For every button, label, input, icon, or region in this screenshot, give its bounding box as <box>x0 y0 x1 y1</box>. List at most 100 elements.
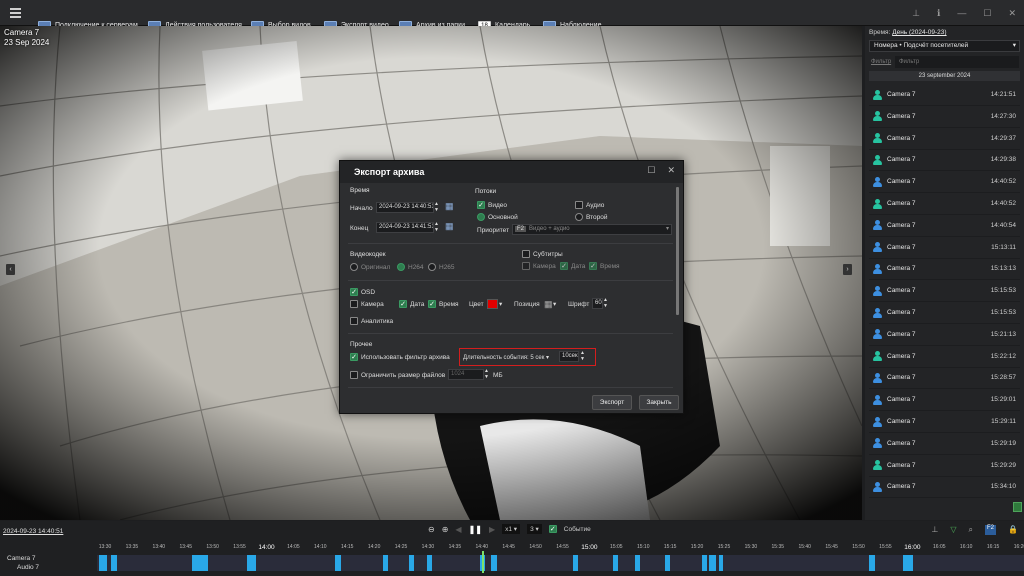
step-back-icon[interactable]: ◀ <box>455 525 461 534</box>
maximize-icon[interactable]: ☐ <box>983 8 991 19</box>
next-camera-arrow-icon[interactable]: › <box>843 264 852 275</box>
event-time: 15:34:10 <box>990 483 1016 491</box>
osd-color-label: Цвет <box>469 301 484 308</box>
event-row[interactable]: Camera 7 15:22:12 <box>869 346 1020 368</box>
start-stepper-icon[interactable]: ▲ ▼ <box>434 201 439 213</box>
event-row[interactable]: Camera 7 15:28:57 <box>869 367 1020 390</box>
event-camera: Camera 7 <box>887 265 916 273</box>
step-forward-icon[interactable]: ▶ <box>489 525 495 534</box>
osd-camera-checkbox[interactable] <box>350 300 358 308</box>
filter-input[interactable]: Фильтр <box>895 56 1019 68</box>
main-stream-radio[interactable] <box>477 213 485 221</box>
pin-icon[interactable]: ⊥ <box>931 525 938 535</box>
event-row[interactable]: Camera 7 15:13:13 <box>869 258 1020 281</box>
subtitles-camera-checkbox[interactable] <box>522 262 530 270</box>
event-row[interactable]: Camera 7 14:40:52 <box>869 193 1020 215</box>
subtitles-date-checkbox[interactable]: ✓ <box>560 262 568 270</box>
zoom-in-icon[interactable]: ⊕ <box>442 525 449 534</box>
timeline-tick: 14:35 <box>448 544 462 550</box>
limit-size-stepper-icon[interactable]: ▲ ▼ <box>484 368 489 380</box>
timeline-track[interactable] <box>97 551 1024 573</box>
dialog-scrollbar[interactable] <box>676 187 679 315</box>
event-row[interactable]: Camera 7 14:21:51 <box>869 84 1020 106</box>
event-row[interactable]: Camera 7 15:15:53 <box>869 302 1020 324</box>
audio-checkbox[interactable] <box>575 201 583 209</box>
limit-size-input[interactable]: 1024 <box>448 369 484 380</box>
osd-font-input[interactable]: 60 <box>592 298 603 309</box>
event-row[interactable]: Camera 7 15:13:11 <box>869 237 1020 259</box>
use-filter-checkbox[interactable]: ✓ <box>350 353 358 361</box>
timeline-cursor[interactable] <box>482 551 484 573</box>
event-row[interactable]: Camera 7 15:21:13 <box>869 324 1020 346</box>
osd-checkbox[interactable]: ✓ <box>350 288 358 296</box>
dialog-maximize-icon[interactable]: ☐ <box>647 165 655 176</box>
time-filter-value[interactable]: День (2024-09-23) <box>892 29 946 36</box>
limit-size-checkbox[interactable] <box>350 371 358 379</box>
video-checkbox[interactable]: ✓ <box>477 201 485 209</box>
hamburger-menu-icon[interactable] <box>0 0 30 26</box>
end-calendar-icon[interactable]: ▦ <box>445 221 454 232</box>
event-duration-input[interactable]: 10сек <box>559 351 579 362</box>
prev-camera-arrow-icon[interactable]: ‹ <box>6 264 15 275</box>
event-duration-select[interactable]: Длительность события: 5 сек ▾ <box>463 354 549 361</box>
search-icon[interactable]: ⌕ <box>969 525 973 535</box>
grid-view-icon[interactable] <box>1013 502 1022 512</box>
osd-font-stepper-icon[interactable]: ▲ ▼ <box>603 297 608 309</box>
osd-position-dropdown-icon[interactable]: ▾ <box>553 300 556 308</box>
end-datetime-input[interactable]: 2024-09-23 14:41:51 <box>376 222 434 233</box>
timeline-tick: 14:50 <box>529 544 542 550</box>
dialog-close-icon[interactable]: ✕ <box>667 165 675 176</box>
analytics-checkbox[interactable] <box>350 317 358 325</box>
osd-color-dropdown-icon[interactable]: ▾ <box>499 300 502 308</box>
event-row[interactable]: Camera 7 14:40:54 <box>869 215 1020 237</box>
osd-time-checkbox[interactable]: ✓ <box>428 300 436 308</box>
event-row[interactable]: Camera 7 14:29:38 <box>869 149 1020 172</box>
event-duration-stepper-icon[interactable]: ▲ ▼ <box>580 350 585 362</box>
event-row[interactable]: Camera 7 14:27:30 <box>869 106 1020 128</box>
pause-icon[interactable]: ❚❚ <box>469 525 482 534</box>
close-button[interactable]: Закрыть <box>639 395 679 410</box>
osd-date-checkbox[interactable]: ✓ <box>399 300 407 308</box>
f2-badge-icon[interactable]: F2 <box>985 525 997 535</box>
event-row[interactable]: Camera 7 15:15:53 <box>869 280 1020 303</box>
codec-original-radio[interactable] <box>350 263 358 271</box>
zoom-out-icon[interactable]: ⊖ <box>428 525 435 534</box>
speed-select[interactable]: x1 ▾ <box>502 524 521 534</box>
lock-icon[interactable]: 🔒 <box>1008 525 1018 535</box>
subtitles-date-label: Дата <box>571 263 586 270</box>
info-icon[interactable]: ℹ <box>937 8 940 19</box>
current-time-link[interactable]: 2024-09-23 14:40:51 <box>3 528 63 535</box>
minimize-icon[interactable]: — <box>957 8 966 18</box>
event-time: 14:29:37 <box>990 134 1016 142</box>
event-row[interactable]: Camera 7 14:29:37 <box>869 128 1020 150</box>
event-type-dropdown[interactable]: Номера • Подсчёт посетителей ▾ <box>869 40 1020 52</box>
osd-label: OSD <box>361 289 376 296</box>
event-row[interactable]: Camera 7 15:34:10 <box>869 476 1020 499</box>
pin-icon[interactable]: ⊥ <box>912 8 920 19</box>
event-row[interactable]: Camera 7 15:29:29 <box>869 455 1020 477</box>
filter-label[interactable]: Фильтр <box>869 59 891 65</box>
close-icon[interactable]: ✕ <box>1008 8 1016 19</box>
codec-h264-radio[interactable] <box>397 263 405 271</box>
codec-h264-label: H264 <box>408 264 424 271</box>
end-label: Конец <box>350 225 369 232</box>
event-checkbox[interactable]: ✓ <box>548 525 557 533</box>
start-calendar-icon[interactable]: ▦ <box>445 201 454 212</box>
priority-select[interactable]: F2 Видео + аудио ▾ <box>512 224 672 235</box>
codec-h265-radio[interactable] <box>428 263 436 271</box>
osd-position-grid-icon[interactable]: ▦ <box>544 299 553 310</box>
export-button[interactable]: Экспорт <box>592 395 632 410</box>
event-row[interactable]: Camera 7 15:29:11 <box>869 411 1020 433</box>
filter-icon[interactable]: ▽ <box>950 525 956 535</box>
event-row[interactable]: Camera 7 15:29:01 <box>869 389 1020 412</box>
second-stream-radio[interactable] <box>575 213 583 221</box>
end-stepper-icon[interactable]: ▲ ▼ <box>434 221 439 233</box>
subtitles-time-checkbox[interactable]: ✓ <box>589 262 597 270</box>
osd-color-swatch[interactable] <box>487 299 498 309</box>
event-row[interactable]: Camera 7 15:29:19 <box>869 433 1020 455</box>
recording-segment <box>635 555 640 571</box>
event-row[interactable]: Camera 7 14:40:52 <box>869 171 1020 194</box>
subtitles-checkbox[interactable] <box>522 250 530 258</box>
start-datetime-input[interactable]: 2024-09-23 14:40:51 <box>376 202 434 213</box>
step-select[interactable]: 3 ▾ <box>527 524 542 534</box>
